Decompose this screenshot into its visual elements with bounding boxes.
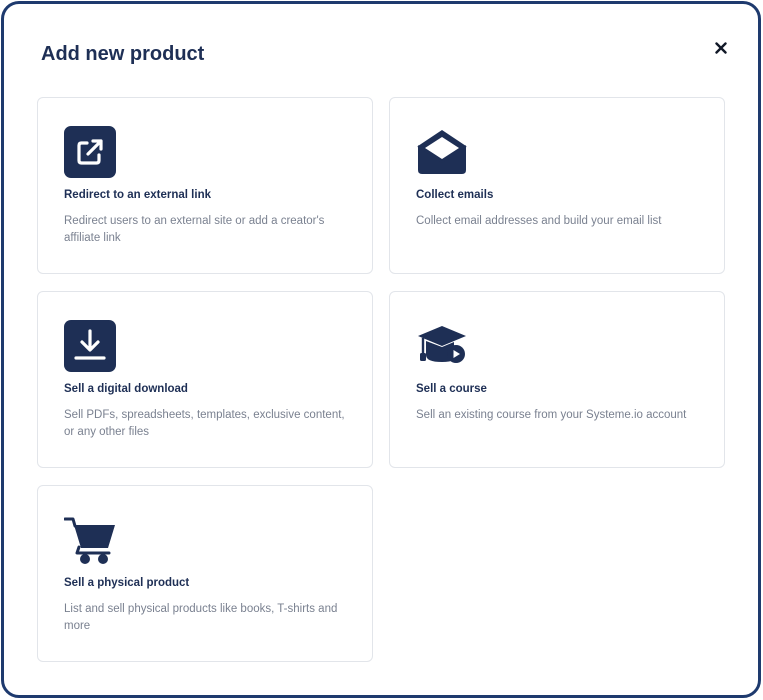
card-title: Sell a physical product xyxy=(64,577,190,589)
close-icon xyxy=(715,42,727,54)
product-option-physical-product[interactable]: Sell a physical product List and sell ph… xyxy=(37,485,373,662)
card-description: Sell PDFs, spreadsheets, templates, excl… xyxy=(64,409,345,438)
graduation-cap-icon xyxy=(418,326,466,363)
envelope-icon xyxy=(417,130,467,174)
card-description: List and sell physical products like boo… xyxy=(64,603,338,632)
product-option-course[interactable]: Sell a course Sell an existing course fr… xyxy=(389,291,725,468)
modal-title: Add new product xyxy=(41,43,205,65)
product-option-digital-download[interactable]: Sell a digital download Sell PDFs, sprea… xyxy=(37,291,373,468)
card-description: Collect email addresses and build your e… xyxy=(416,215,662,227)
card-title: Collect emails xyxy=(416,189,494,201)
external-link-icon xyxy=(64,126,116,178)
card-description: Redirect users to an external site or ad… xyxy=(64,215,325,244)
card-description: Sell an existing course from your System… xyxy=(416,409,687,421)
shopping-cart-icon xyxy=(64,517,115,564)
download-icon xyxy=(64,320,116,372)
add-product-modal: Add new product Redirect to an external … xyxy=(1,1,761,698)
card-title: Sell a course xyxy=(416,383,487,395)
product-option-collect-emails[interactable]: Collect emails Collect email addresses a… xyxy=(389,97,725,274)
card-title: Redirect to an external link xyxy=(64,189,211,201)
product-option-external-link[interactable]: Redirect to an external link Redirect us… xyxy=(37,97,373,274)
card-title: Sell a digital download xyxy=(64,383,188,395)
close-button[interactable] xyxy=(710,37,732,59)
